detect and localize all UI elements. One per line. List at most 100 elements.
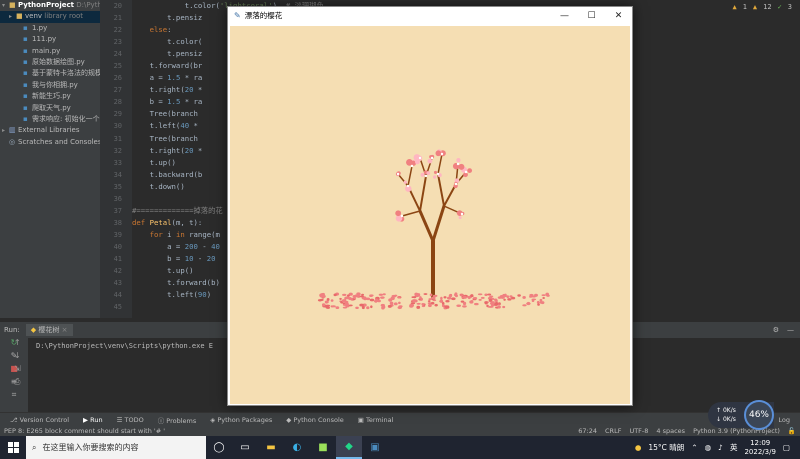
tree-item-file[interactable]: ▪ 基于蒙特卡洛法的规模 [0, 68, 100, 79]
code-token: #=============掉落的花 [132, 205, 223, 215]
tree-item-file[interactable]: ▪ 我与你相拥.py [0, 80, 100, 91]
volume-icon[interactable]: ♪ [718, 443, 723, 452]
blossom-highlight [410, 164, 414, 168]
code-token: t.down() [132, 181, 185, 191]
caret-position[interactable]: 67:24 [578, 427, 597, 435]
code-token: Tree(branch [132, 133, 203, 143]
close-button[interactable]: ✕ [605, 11, 632, 21]
status-message[interactable]: PEP 8: E265 block comment should start w… [4, 427, 165, 435]
weather-text[interactable]: 15°C 晴朗 [648, 442, 684, 453]
ime-indicator[interactable]: 英 [730, 442, 738, 453]
tool-run[interactable]: ▶ Run [83, 416, 103, 424]
fallen-petal [421, 303, 425, 306]
pycharm-taskbar-icon[interactable]: ◆ [336, 436, 362, 459]
fallen-petal [353, 297, 357, 300]
fallen-petal [390, 296, 395, 301]
fallen-petal [502, 305, 506, 309]
python-interpreter[interactable]: Python 3.9 (PythonProject) [693, 427, 780, 435]
file-explorer-icon[interactable]: ▬ [258, 436, 284, 459]
line-number: 30 [113, 122, 122, 131]
taskbar-clock[interactable]: 12:09 2022/3/9 [744, 439, 775, 457]
down-arrow-icon[interactable]: ↓ [14, 351, 28, 364]
tree-item-file[interactable]: ▪ 爬取天气.py [0, 103, 100, 114]
blossom [406, 159, 413, 166]
turtle-window[interactable]: ✎ 漂落的樱花 — ☐ ✕ [227, 6, 633, 406]
fallen-petal [462, 301, 467, 306]
gear-icon[interactable]: ⚙ [773, 326, 779, 334]
tool-todo[interactable]: ☰ TODO [117, 416, 144, 424]
turtle-titlebar[interactable]: ✎ 漂落的樱花 — ☐ ✕ [228, 7, 632, 24]
tree-item-file[interactable]: ▪ 111.py [0, 34, 100, 45]
maximize-button[interactable]: ☐ [578, 11, 605, 21]
tool-label: TODO [124, 415, 144, 424]
tool-python-console[interactable]: ◆ Python Console [286, 416, 343, 424]
fallen-petal [536, 300, 540, 304]
fallen-petal [542, 296, 545, 300]
tool-event-log[interactable]: Log [778, 416, 790, 424]
network-icon[interactable]: ◍ [705, 443, 712, 452]
chevron-down-icon[interactable]: ▾ [2, 0, 9, 11]
task-view-button[interactable]: ◯ [206, 436, 232, 459]
warning-count: 1 [742, 3, 747, 11]
scroll-end-icon[interactable]: ⇲ [14, 364, 28, 377]
code-token: Tree(branch [132, 109, 203, 119]
code-token: t.forward(br [132, 61, 203, 71]
fallen-petal [333, 293, 337, 297]
tree-item-venv[interactable]: ▸ ■ venv library root [0, 11, 100, 23]
code-token: : [167, 25, 172, 35]
tree-item-file[interactable]: ▪ 1.py [0, 23, 100, 34]
app-icon[interactable]: ■ [310, 436, 336, 459]
tool-problems[interactable]: ⓘ Problems [158, 415, 197, 425]
print-icon[interactable]: ⎙ [14, 377, 28, 390]
run-tab[interactable]: ◆ 樱花树 × [25, 324, 73, 336]
line-number: 21 [113, 14, 122, 23]
task-view-icon[interactable]: ▭ [232, 436, 258, 459]
file-encoding[interactable]: UTF-8 [629, 427, 648, 435]
tool-terminal[interactable]: ▣ Terminal [358, 416, 394, 424]
tree-item-label: 111.py [32, 35, 57, 44]
fallen-petal [348, 304, 353, 307]
fallen-petal [522, 296, 526, 299]
python-taskbar-icon[interactable]: ▣ [362, 436, 388, 459]
net-speed-widget[interactable]: ↑ 0K/s ↓ 0K/s 46% [708, 400, 774, 430]
tool-version-control[interactable]: ⎇ Version Control [10, 416, 69, 424]
fallen-petal [359, 295, 364, 298]
inspection-widget[interactable]: ▲ 1 ▲ 12 ✓ 3 [730, 0, 800, 14]
tree-item-label: main.py [32, 46, 61, 55]
code-token: t.up() [132, 157, 176, 167]
tree-item-label: 我与你相拥.py [32, 80, 78, 89]
python-file-icon: ▪ [23, 103, 28, 112]
up-arrow-icon[interactable]: ↑ [14, 338, 28, 351]
tool-python-packages[interactable]: ◈ Python Packages [210, 416, 272, 424]
chevron-up-icon[interactable]: ⌃ [691, 443, 697, 452]
fallen-petal [489, 305, 494, 308]
tree-item-external-libraries[interactable]: ▸ ▥ External Libraries [0, 125, 100, 136]
tree-item-file[interactable]: ▪ 需求响应: 初始化一个 [0, 114, 100, 125]
minimize-panel-icon[interactable]: — [787, 326, 794, 334]
start-button[interactable] [0, 436, 26, 459]
weather-icon[interactable]: ● [635, 443, 642, 452]
tree-item-file[interactable]: ▪ 新能生巧.py [0, 91, 100, 102]
chevron-right-icon[interactable]: ▸ [9, 11, 16, 22]
fallen-petal [477, 293, 483, 296]
indent-setting[interactable]: 4 spaces [656, 427, 685, 435]
project-root[interactable]: ▾ ■ PythonProject D:\Pyth [0, 0, 100, 11]
minimize-button[interactable]: — [551, 11, 578, 21]
line-separator[interactable]: CRLF [605, 427, 621, 435]
turtle-canvas[interactable] [230, 26, 630, 404]
project-root-path: D:\Pyth [76, 1, 100, 9]
fallen-petal [331, 305, 336, 308]
python-file-icon: ▪ [23, 69, 28, 78]
tree-item-file[interactable]: ▪ main.py [0, 46, 100, 57]
taskbar-search-box[interactable]: ⌕ 在这里输入你要搜索的内容 [26, 436, 206, 459]
tree-item-file[interactable]: ▪ 原始数据绘图.py [0, 57, 100, 68]
edge-icon[interactable]: ◐ [284, 436, 310, 459]
close-icon[interactable]: × [62, 326, 68, 334]
tree-item-scratches[interactable]: ◎ Scratches and Consoles [0, 137, 100, 148]
notification-icon[interactable]: ▢ [783, 443, 790, 452]
fallen-petal [490, 301, 494, 305]
fallen-petal [430, 301, 435, 305]
lock-icon[interactable]: 🔓 [788, 427, 796, 435]
blossom [467, 168, 473, 173]
chevron-right-icon[interactable]: ▸ [2, 125, 9, 136]
